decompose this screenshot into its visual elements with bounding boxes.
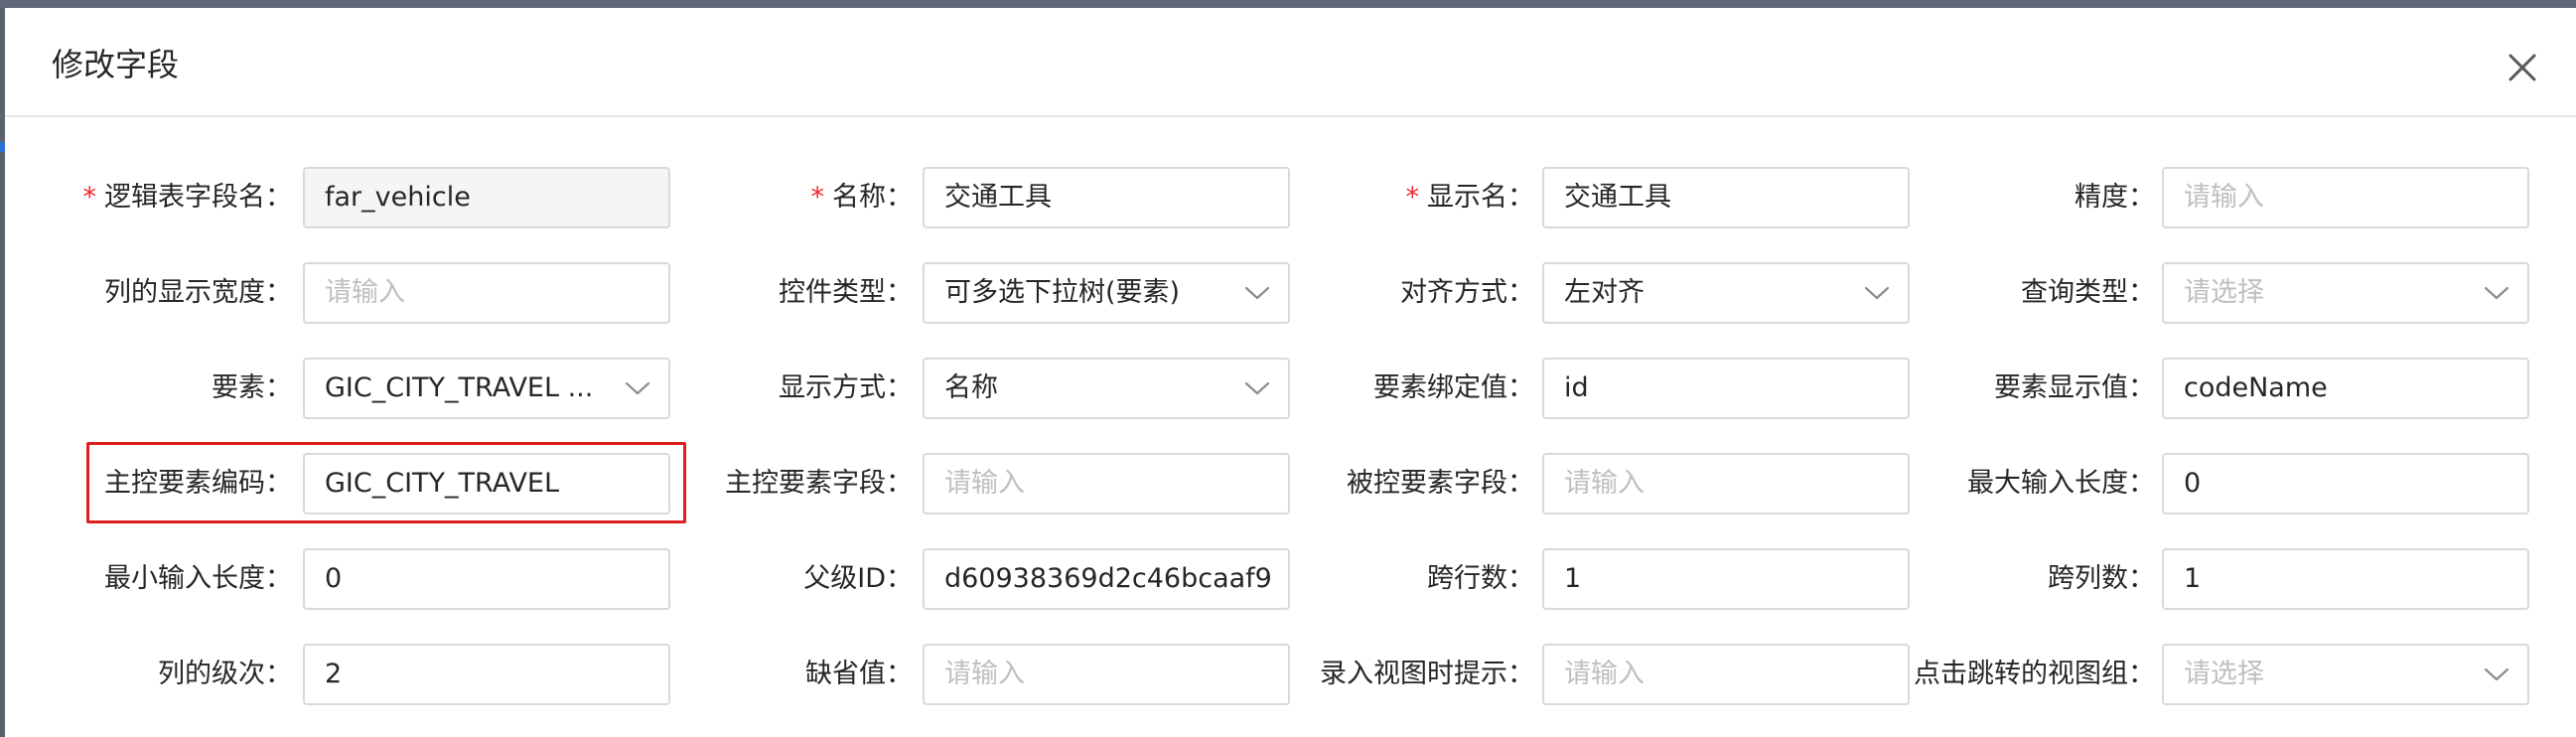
input-r1-c4[interactable]: 请输入 — [2162, 167, 2529, 228]
chevron-down-icon — [625, 381, 650, 395]
field-label-text: 跨行数： — [1427, 563, 1534, 594]
dialog-title: 修改字段 — [52, 46, 180, 83]
input-r6-c3[interactable]: 请输入 — [1542, 644, 1910, 705]
select-r2-c2[interactable]: 可多选下拉树(要素) — [923, 262, 1290, 324]
field-label-r6-c3: 录入视图时提示： — [1320, 644, 1534, 705]
field-label-text: 被控要素字段： — [1347, 468, 1534, 499]
input-r1-c3[interactable]: 交通工具 — [1542, 167, 1910, 228]
field-label-r5-c4: 跨列数： — [2048, 548, 2155, 610]
field-label-text: 控件类型： — [779, 277, 913, 308]
input-r5-c4[interactable]: 1 — [2162, 548, 2529, 610]
close-button[interactable] — [2504, 50, 2540, 85]
field-label-r5-c1: 最小输入长度： — [104, 548, 292, 610]
field-label-text: 最大输入长度： — [1967, 468, 2155, 499]
field-label-r1-c2: * 名称： — [811, 167, 914, 228]
field-label-r6-c2: 缺省值： — [805, 644, 913, 705]
field-label-text: 显示方式： — [779, 372, 913, 403]
chevron-down-icon — [1244, 381, 1270, 395]
field-label-text: 录入视图时提示： — [1320, 659, 1534, 689]
input-r5-c1[interactable]: 0 — [303, 548, 670, 610]
field-label-text: 最小输入长度： — [104, 563, 292, 594]
field-label-text: 主控要素字段： — [725, 468, 913, 499]
input-r6-c2[interactable]: 请输入 — [923, 644, 1290, 705]
dialog-header: 修改字段 — [5, 8, 2576, 117]
field-label-r1-c4: 精度： — [2075, 167, 2155, 228]
input-r4-c4[interactable]: 0 — [2162, 453, 2529, 515]
field-label-text: 显示名： — [1427, 182, 1534, 213]
chevron-down-icon — [2484, 286, 2509, 300]
required-asterisk: * — [82, 182, 97, 213]
field-label-r2-c4: 查询类型： — [2021, 262, 2155, 324]
field-label-r5-c3: 跨行数： — [1427, 548, 1534, 610]
field-label-r6-c4: 点击跳转的视图组： — [1914, 644, 2155, 705]
required-asterisk: * — [810, 182, 825, 213]
chevron-down-icon — [2484, 667, 2509, 681]
input-r1-c1: far_vehicle — [303, 167, 670, 228]
field-label-r1-c1: * 逻辑表字段名： — [83, 167, 293, 228]
input-r6-c1[interactable]: 2 — [303, 644, 670, 705]
background-edge-mark — [0, 142, 5, 152]
edit-field-dialog: 修改字段 * 逻辑表字段名： far_vehicle * 名称： 交通工具 * 显示名： 交通工… — [5, 8, 2576, 737]
field-label-text: 精度： — [2075, 182, 2155, 213]
field-label-text: 名称： — [832, 182, 913, 213]
input-r4-c2[interactable]: 请输入 — [923, 453, 1290, 515]
field-label-text: 逻辑表字段名： — [104, 182, 292, 213]
field-label-text: 列的级次： — [158, 659, 292, 689]
select-r2-c3[interactable]: 左对齐 — [1542, 262, 1910, 324]
field-label-r6-c1: 列的级次： — [158, 644, 292, 705]
required-asterisk: * — [1405, 182, 1420, 213]
chevron-down-icon — [1244, 286, 1270, 300]
field-label-text: 跨列数： — [2048, 563, 2155, 594]
field-label-r3-c4: 要素显示值： — [1994, 358, 2155, 419]
field-label-text: 要素： — [212, 372, 292, 403]
field-label-r2-c1: 列的显示宽度： — [104, 262, 292, 324]
select-r3-c1[interactable]: GIC_CITY_TRAVEL ... — [303, 358, 670, 419]
input-r2-c1[interactable]: 请输入 — [303, 262, 670, 324]
select-r2-c4[interactable]: 请选择 — [2162, 262, 2529, 324]
field-label-r2-c2: 控件类型： — [779, 262, 913, 324]
chevron-down-icon — [1864, 286, 1890, 300]
field-label-r2-c3: 对齐方式： — [1400, 262, 1534, 324]
field-label-r4-c2: 主控要素字段： — [725, 453, 913, 515]
field-label-text: 父级ID： — [803, 563, 913, 594]
select-r3-c2[interactable]: 名称 — [923, 358, 1290, 419]
input-r5-c2[interactable]: d60938369d2c46bcaaf9 — [923, 548, 1290, 610]
field-label-r1-c3: * 显示名： — [1406, 167, 1535, 228]
select-r6-c4[interactable]: 请选择 — [2162, 644, 2529, 705]
field-label-text: 缺省值： — [805, 659, 913, 689]
input-r3-c3[interactable]: id — [1542, 358, 1910, 419]
field-label-text: 要素绑定值： — [1373, 372, 1534, 403]
field-label-r3-c2: 显示方式： — [779, 358, 913, 419]
field-label-r5-c2: 父级ID： — [803, 548, 913, 610]
input-r1-c2[interactable]: 交通工具 — [923, 167, 1290, 228]
field-label-text: 列的显示宽度： — [104, 277, 292, 308]
field-label-text: 要素显示值： — [1994, 372, 2155, 403]
field-label-r3-c3: 要素绑定值： — [1373, 358, 1534, 419]
field-label-r4-c3: 被控要素字段： — [1347, 453, 1534, 515]
highlight-annotation-box — [86, 442, 686, 523]
input-r5-c3[interactable]: 1 — [1542, 548, 1910, 610]
background-top-bar — [0, 0, 2576, 8]
field-label-r3-c1: 要素： — [212, 358, 292, 419]
input-r4-c3[interactable]: 请输入 — [1542, 453, 1910, 515]
field-label-r4-c4: 最大输入长度： — [1967, 453, 2155, 515]
field-label-text: 对齐方式： — [1400, 277, 1534, 308]
field-label-text: 点击跳转的视图组： — [1914, 659, 2155, 689]
input-r3-c4[interactable]: codeName — [2162, 358, 2529, 419]
field-label-text: 查询类型： — [2021, 277, 2155, 308]
close-icon — [2508, 54, 2536, 81]
